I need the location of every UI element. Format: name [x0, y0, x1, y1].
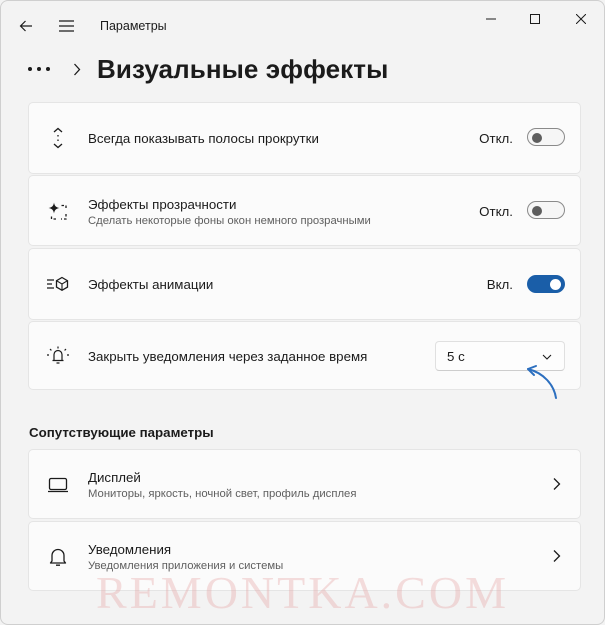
toggle-state-text: Откл.: [479, 131, 513, 146]
chevron-right-icon: [553, 478, 561, 490]
minimize-button[interactable]: [469, 5, 513, 33]
title-bar: Параметры: [1, 1, 604, 51]
setting-label: Эффекты анимации: [88, 277, 214, 292]
settings-window: Параметры Визуальные эффекты Всегда пока…: [0, 0, 605, 625]
related-item-display[interactable]: Дисплей Мониторы, яркость, ночной свет, …: [28, 449, 581, 519]
breadcrumb: Визуальные эффекты: [27, 51, 388, 87]
related-item-description: Мониторы, яркость, ночной свет, профиль …: [88, 488, 357, 500]
setting-description: Сделать некоторые фоны окон немного проз…: [88, 215, 371, 227]
chevron-right-icon: [553, 550, 561, 562]
related-item-description: Уведомления приложения и системы: [88, 560, 284, 572]
scrollbar-icon: [46, 126, 70, 150]
toggle-state-text: Вкл.: [486, 277, 513, 292]
maximize-icon: [530, 14, 540, 24]
setting-animation: Эффекты анимации Вкл.: [28, 248, 581, 320]
transparency-icon: [46, 199, 70, 223]
more-dots-icon: [28, 67, 50, 71]
back-button[interactable]: [10, 10, 42, 42]
minimize-icon: [486, 18, 496, 20]
breadcrumb-more-button[interactable]: [27, 66, 57, 72]
setting-label: Закрыть уведомления через заданное время: [88, 349, 368, 364]
close-button[interactable]: [559, 5, 603, 33]
related-item-label: Дисплей: [88, 470, 141, 485]
transparency-toggle[interactable]: [527, 201, 565, 219]
setting-label: Всегда показывать полосы прокрутки: [88, 131, 319, 146]
annotation-arrow-icon: [527, 365, 557, 399]
setting-label: Эффекты прозрачности: [88, 197, 237, 212]
related-settings-heading: Сопутствующие параметры: [29, 425, 214, 440]
back-arrow-icon: [19, 20, 32, 32]
hamburger-icon: [58, 20, 74, 32]
animation-toggle[interactable]: [527, 275, 565, 293]
page-title: Визуальные эффекты: [97, 53, 389, 84]
navigation-menu-button[interactable]: [50, 10, 82, 42]
bell-icon: [46, 545, 70, 569]
maximize-button[interactable]: [513, 5, 557, 33]
setting-scrollbars: Всегда показывать полосы прокрутки Откл.: [28, 102, 581, 174]
scrollbars-toggle[interactable]: [527, 128, 565, 146]
animation-icon: [46, 272, 70, 296]
window-title: Параметры: [100, 19, 167, 33]
setting-transparency: Эффекты прозрачности Сделать некоторые ф…: [28, 175, 581, 246]
related-item-label: Уведомления: [88, 542, 172, 557]
dropdown-value: 5 с: [447, 349, 465, 364]
toggle-state-text: Откл.: [479, 204, 513, 219]
setting-notification-timeout: Закрыть уведомления через заданное время…: [28, 321, 581, 390]
close-icon: [576, 14, 586, 24]
chevron-right-icon: [73, 63, 85, 76]
chevron-down-icon: [542, 354, 552, 360]
display-icon: [46, 473, 70, 497]
related-item-notifications[interactable]: Уведомления Уведомления приложения и сис…: [28, 521, 581, 591]
notification-timer-icon: [46, 344, 70, 368]
